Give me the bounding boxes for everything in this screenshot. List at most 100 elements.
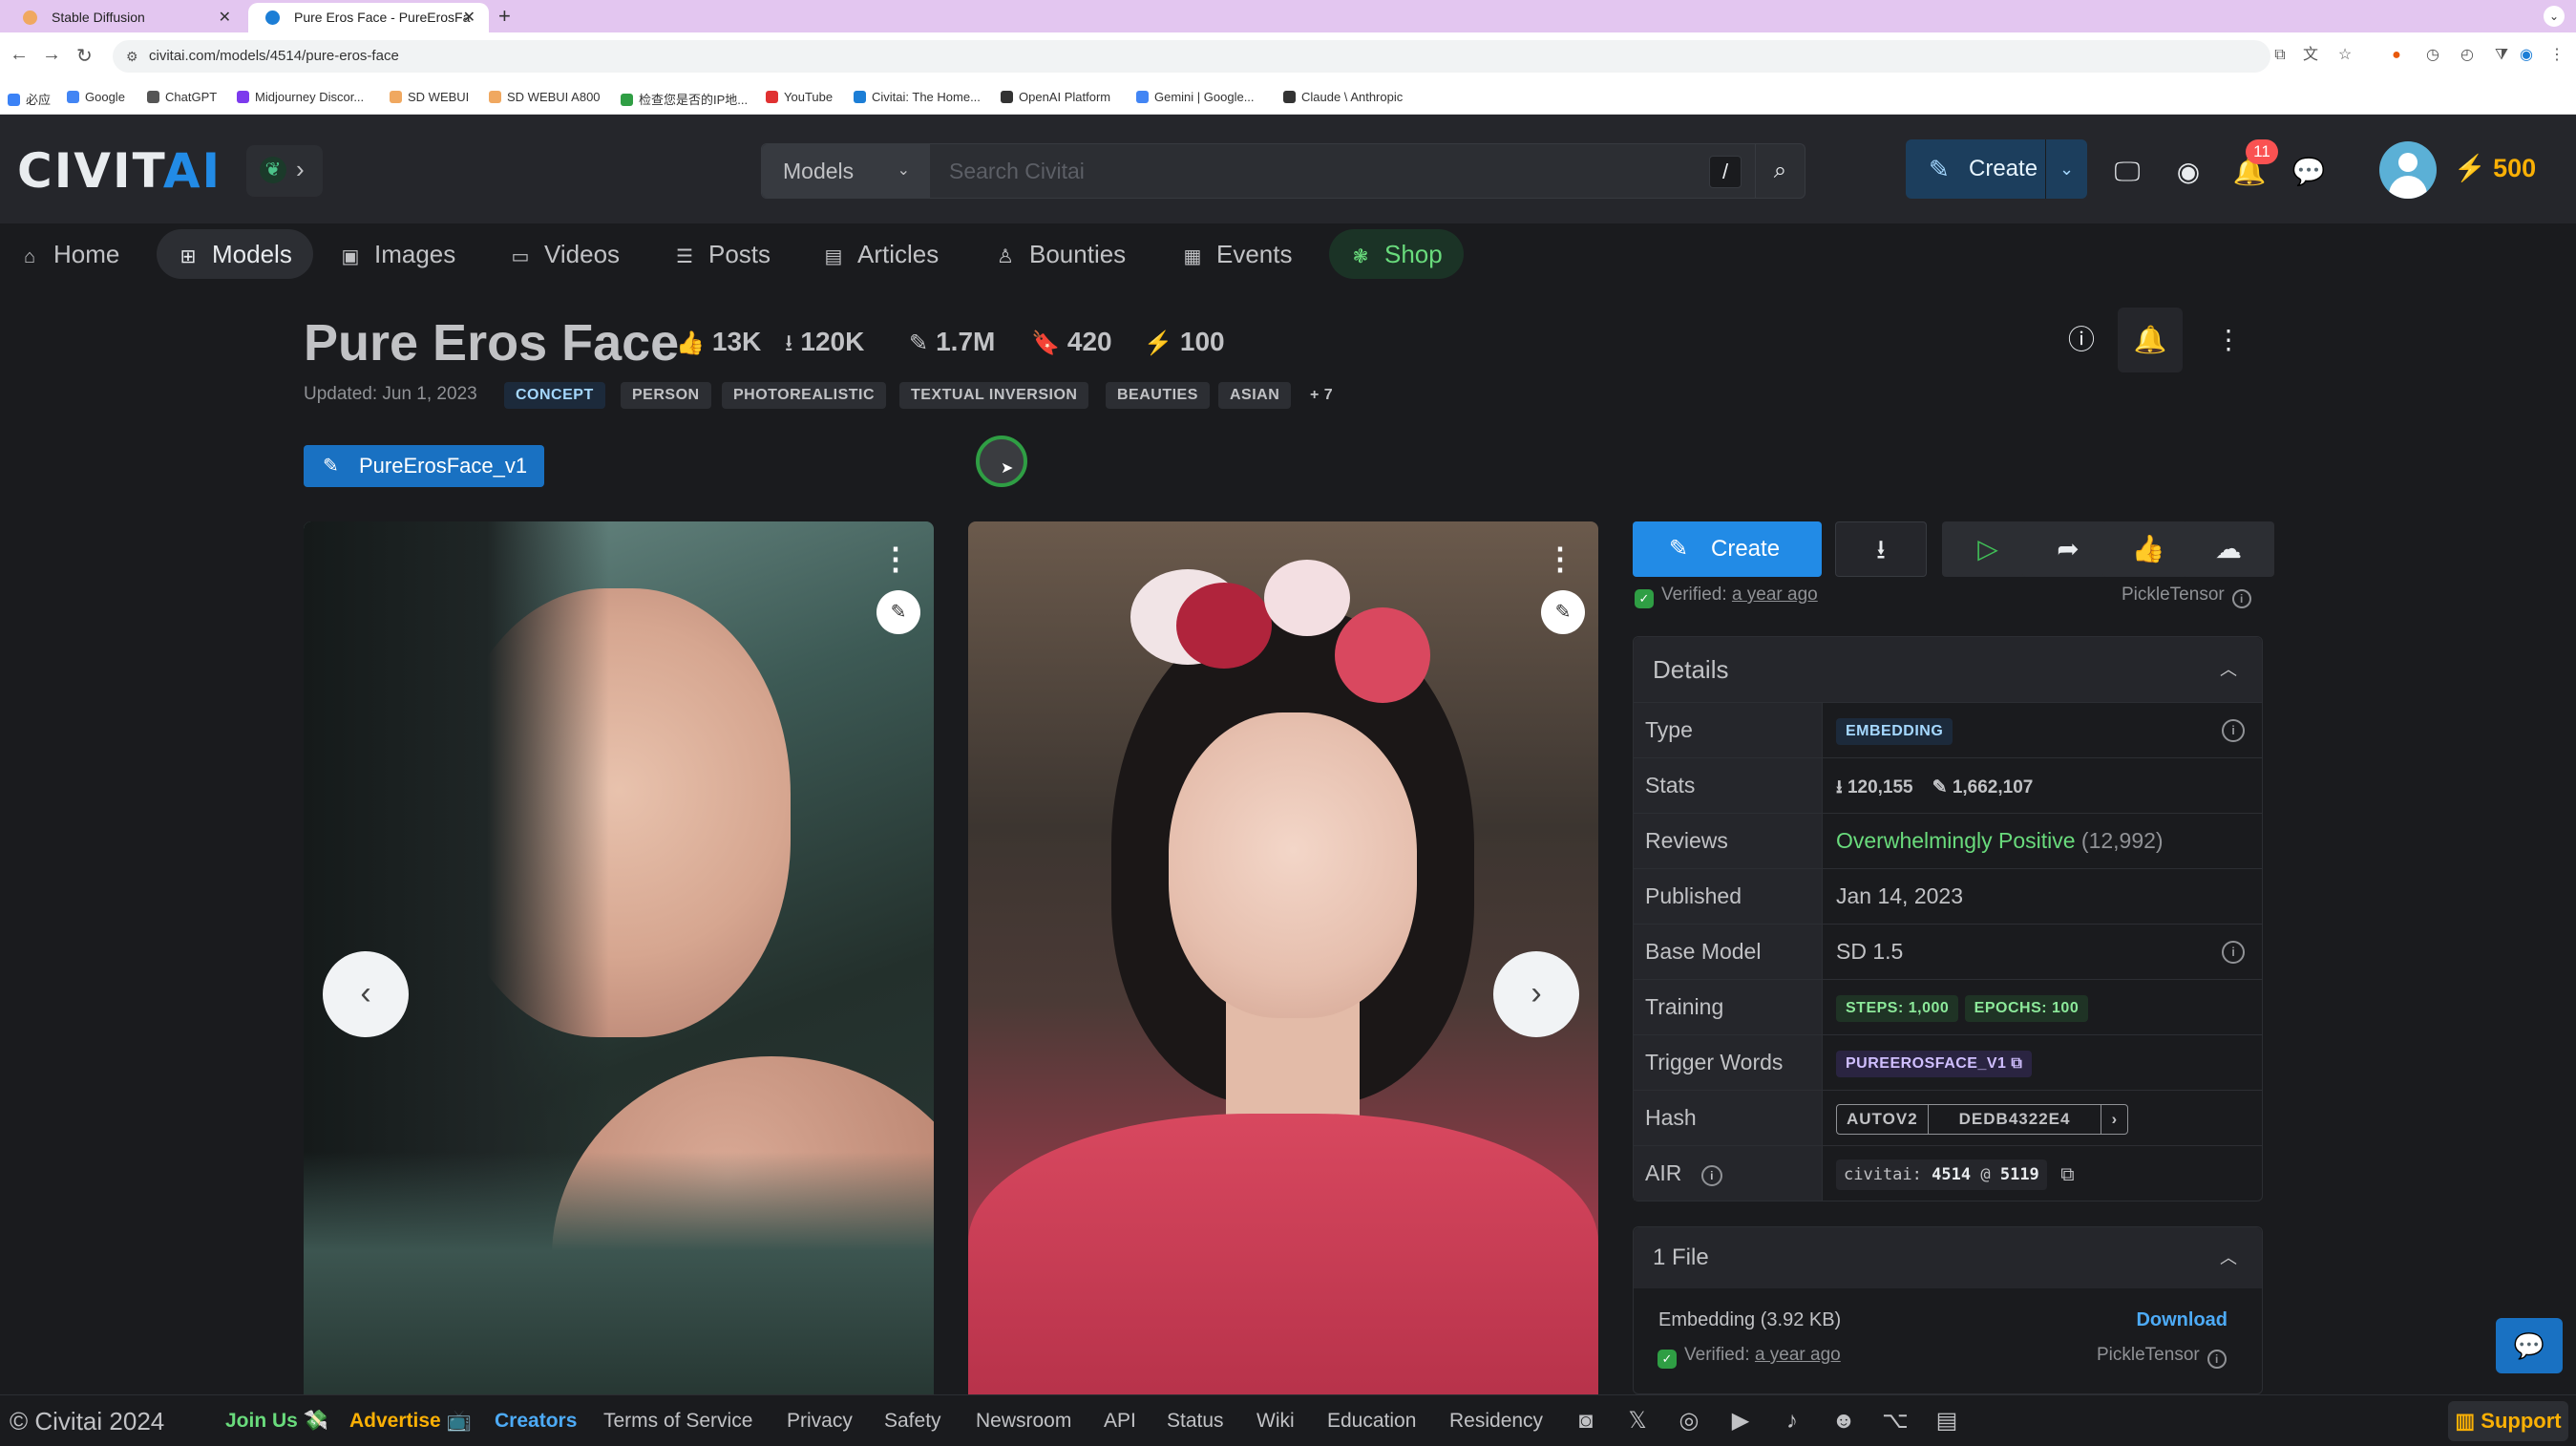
github-icon[interactable]: ⌥ — [1881, 1407, 1910, 1435]
chat-icon[interactable]: 💬 — [2290, 153, 2328, 191]
nav-item-articles[interactable]: ▤ Articles — [823, 229, 940, 279]
more-tags[interactable]: + 7 — [1302, 382, 1341, 409]
eye-icon[interactable]: ◉ — [2169, 153, 2207, 191]
bookmark-item[interactable]: Google — [67, 90, 125, 104]
reviews-summary[interactable]: Overwhelmingly Positive — [1836, 828, 2076, 853]
gallery-image[interactable]: ⋮ ✎ — [968, 521, 1598, 1394]
tag-asian[interactable]: ASIAN — [1218, 382, 1292, 409]
extensions-puzzle-icon[interactable]: ⧩ — [2492, 46, 2511, 65]
bookmark-item[interactable]: SD WEBUI — [390, 90, 469, 104]
nav-item-events[interactable]: ▦ Events — [1182, 229, 1293, 279]
tag-concept[interactable]: CONCEPT — [504, 382, 605, 409]
chevron-up-icon[interactable]: ︿ — [2220, 1227, 2237, 1288]
chevron-up-icon[interactable]: ︿ — [2220, 637, 2237, 702]
footer-privacy-link[interactable]: Privacy — [787, 1395, 853, 1446]
youtube-icon[interactable]: ▶ — [1726, 1407, 1755, 1435]
bookmark-star-icon[interactable]: ☆ — [2335, 46, 2354, 65]
nav-item-shop[interactable]: ❃ Shop — [1329, 229, 1464, 279]
tag-person[interactable]: PERSON — [621, 382, 711, 409]
info-icon[interactable]: i — [2222, 719, 2245, 742]
x-twitter-icon[interactable]: 𝕏 — [1623, 1407, 1652, 1435]
nav-item-images[interactable]: ▣ Images — [340, 229, 456, 279]
footer-residency-link[interactable]: Residency — [1449, 1395, 1543, 1446]
bookmark-item[interactable]: OpenAI Platform — [1001, 90, 1110, 104]
browser-tab-active[interactable]: Pure Eros Face - PureErosFa ✕ — [248, 3, 489, 32]
hash-type[interactable]: AUTOV2 — [1837, 1105, 1928, 1134]
monitor-icon[interactable]: 🖵 — [2108, 153, 2146, 191]
support-button[interactable]: ▥ Support — [2448, 1401, 2568, 1441]
twitch-icon[interactable]: ▤ — [1932, 1407, 1961, 1435]
bookmark-item[interactable]: YouTube — [766, 90, 833, 104]
footer-api-link[interactable]: API — [1104, 1395, 1136, 1446]
search-icon[interactable]: ⌕ — [1755, 144, 1805, 198]
tiktok-icon[interactable]: ♪ — [1778, 1407, 1806, 1435]
image-menu-icon[interactable]: ⋮ — [1545, 541, 1575, 577]
buzz-stat[interactable]: ⚡ 100 — [1144, 327, 1225, 357]
install-app-icon[interactable]: ⧉ — [2270, 46, 2290, 65]
nav-item-home[interactable]: ⌂ Home — [19, 229, 119, 279]
share-button[interactable]: ➦ — [2022, 521, 2114, 577]
brush-icon[interactable]: ✎ — [876, 590, 920, 634]
info-icon[interactable]: i — [2206, 1350, 2227, 1369]
files-header[interactable]: 1 File ︿ — [1634, 1227, 2262, 1288]
close-tab-icon[interactable]: ✕ — [463, 3, 475, 32]
bookmark-item[interactable]: 必应 — [8, 90, 51, 108]
close-tab-icon[interactable]: ✕ — [219, 3, 231, 32]
bookmark-item[interactable]: Civitai: The Home... — [854, 90, 981, 104]
chevron-right-icon[interactable]: › — [2101, 1105, 2127, 1134]
search-input[interactable]: Search Civitai — [949, 144, 1085, 198]
details-header[interactable]: Details ︿ — [1634, 637, 2262, 702]
footer-status-link[interactable]: Status — [1167, 1395, 1224, 1446]
cloud-save-button[interactable]: ☁ — [2183, 521, 2274, 577]
version-button[interactable]: ✎ PureErosFace_v1 — [304, 445, 544, 487]
bookmark-item[interactable]: Midjourney Discor... — [237, 90, 364, 104]
info-icon[interactable]: i — [1700, 1165, 1722, 1186]
download-button[interactable]: ⭳ — [1835, 521, 1927, 577]
footer-education-link[interactable]: Education — [1327, 1395, 1416, 1446]
brush-icon[interactable]: ✎ — [1541, 590, 1585, 634]
history-icon[interactable]: ◴ — [2458, 46, 2477, 65]
notify-bell-icon[interactable]: 🔔 — [2118, 308, 2183, 372]
extension-icon[interactable]: ● — [2387, 46, 2406, 65]
footer-join-link[interactable]: Join Us 💸 — [225, 1395, 328, 1446]
footer-wiki-link[interactable]: Wiki — [1256, 1395, 1295, 1446]
site-info-icon[interactable]: ⚙ — [126, 40, 138, 73]
chat-button[interactable]: 💬 — [2496, 1318, 2563, 1373]
back-icon[interactable]: ← — [10, 44, 29, 66]
browser-menu-icon[interactable]: ⋮ — [2547, 46, 2566, 65]
info-icon[interactable]: i — [2222, 941, 2245, 964]
verified-time-link[interactable]: a year ago — [1755, 1345, 1841, 1365]
footer-terms-link[interactable]: Terms of Service — [603, 1395, 752, 1446]
bookmark-item[interactable]: Gemini | Google... — [1136, 90, 1255, 104]
hash-box[interactable]: AUTOV2 DEDB4322E4 › — [1836, 1103, 2129, 1135]
footer-creators-link[interactable]: Creators — [495, 1395, 577, 1446]
nav-item-posts[interactable]: ☰ Posts — [674, 229, 771, 279]
trigger-word-badge[interactable]: PUREEROSFACE_V1 ⧉ — [1836, 1050, 2033, 1077]
tag-beauties[interactable]: BEAUTIES — [1106, 382, 1210, 409]
browser-tab[interactable]: Stable Diffusion ✕ — [6, 3, 244, 32]
avatar[interactable] — [2379, 141, 2437, 199]
search-category-select[interactable]: Models ⌄ — [762, 144, 930, 198]
nav-item-videos[interactable]: ▭ Videos — [510, 229, 620, 279]
footer-safety-link[interactable]: Safety — [884, 1395, 941, 1446]
bookmark-item[interactable]: ChatGPT — [147, 90, 217, 104]
verified-time-link[interactable]: a year ago — [1732, 585, 1818, 605]
info-icon[interactable]: i — [2231, 589, 2251, 608]
like-button[interactable]: 👍 — [2102, 521, 2194, 577]
site-switcher-button[interactable]: ❦ › — [246, 145, 323, 197]
nav-item-bounties[interactable]: ♙ Bounties — [995, 229, 1126, 279]
gallery-image[interactable]: ⋮ ✎ — [304, 521, 934, 1394]
row-value[interactable]: Overwhelmingly Positive (12,992) — [1836, 814, 2164, 868]
file-download-link[interactable]: Download — [2136, 1309, 2228, 1331]
civitai-logo[interactable]: CIVITAI — [17, 147, 222, 195]
discord-icon[interactable]: ◙ — [1572, 1407, 1600, 1435]
info-icon[interactable]: ⓘ — [2049, 308, 2114, 372]
tab-search-icon[interactable]: ⌄ — [2544, 6, 2565, 27]
carousel-next-button[interactable]: › — [1493, 951, 1579, 1037]
carousel-prev-button[interactable]: ‹ — [323, 951, 409, 1037]
reload-icon[interactable]: ↻ — [76, 44, 93, 68]
air-identifier[interactable]: civitai: 4514 @ 5119 — [1836, 1159, 2047, 1190]
nav-item-models[interactable]: ⊞ Models — [157, 229, 313, 279]
create-button[interactable]: ✎ Create ⌄ — [1906, 139, 2087, 199]
extension-icon[interactable]: ◷ — [2423, 46, 2442, 65]
